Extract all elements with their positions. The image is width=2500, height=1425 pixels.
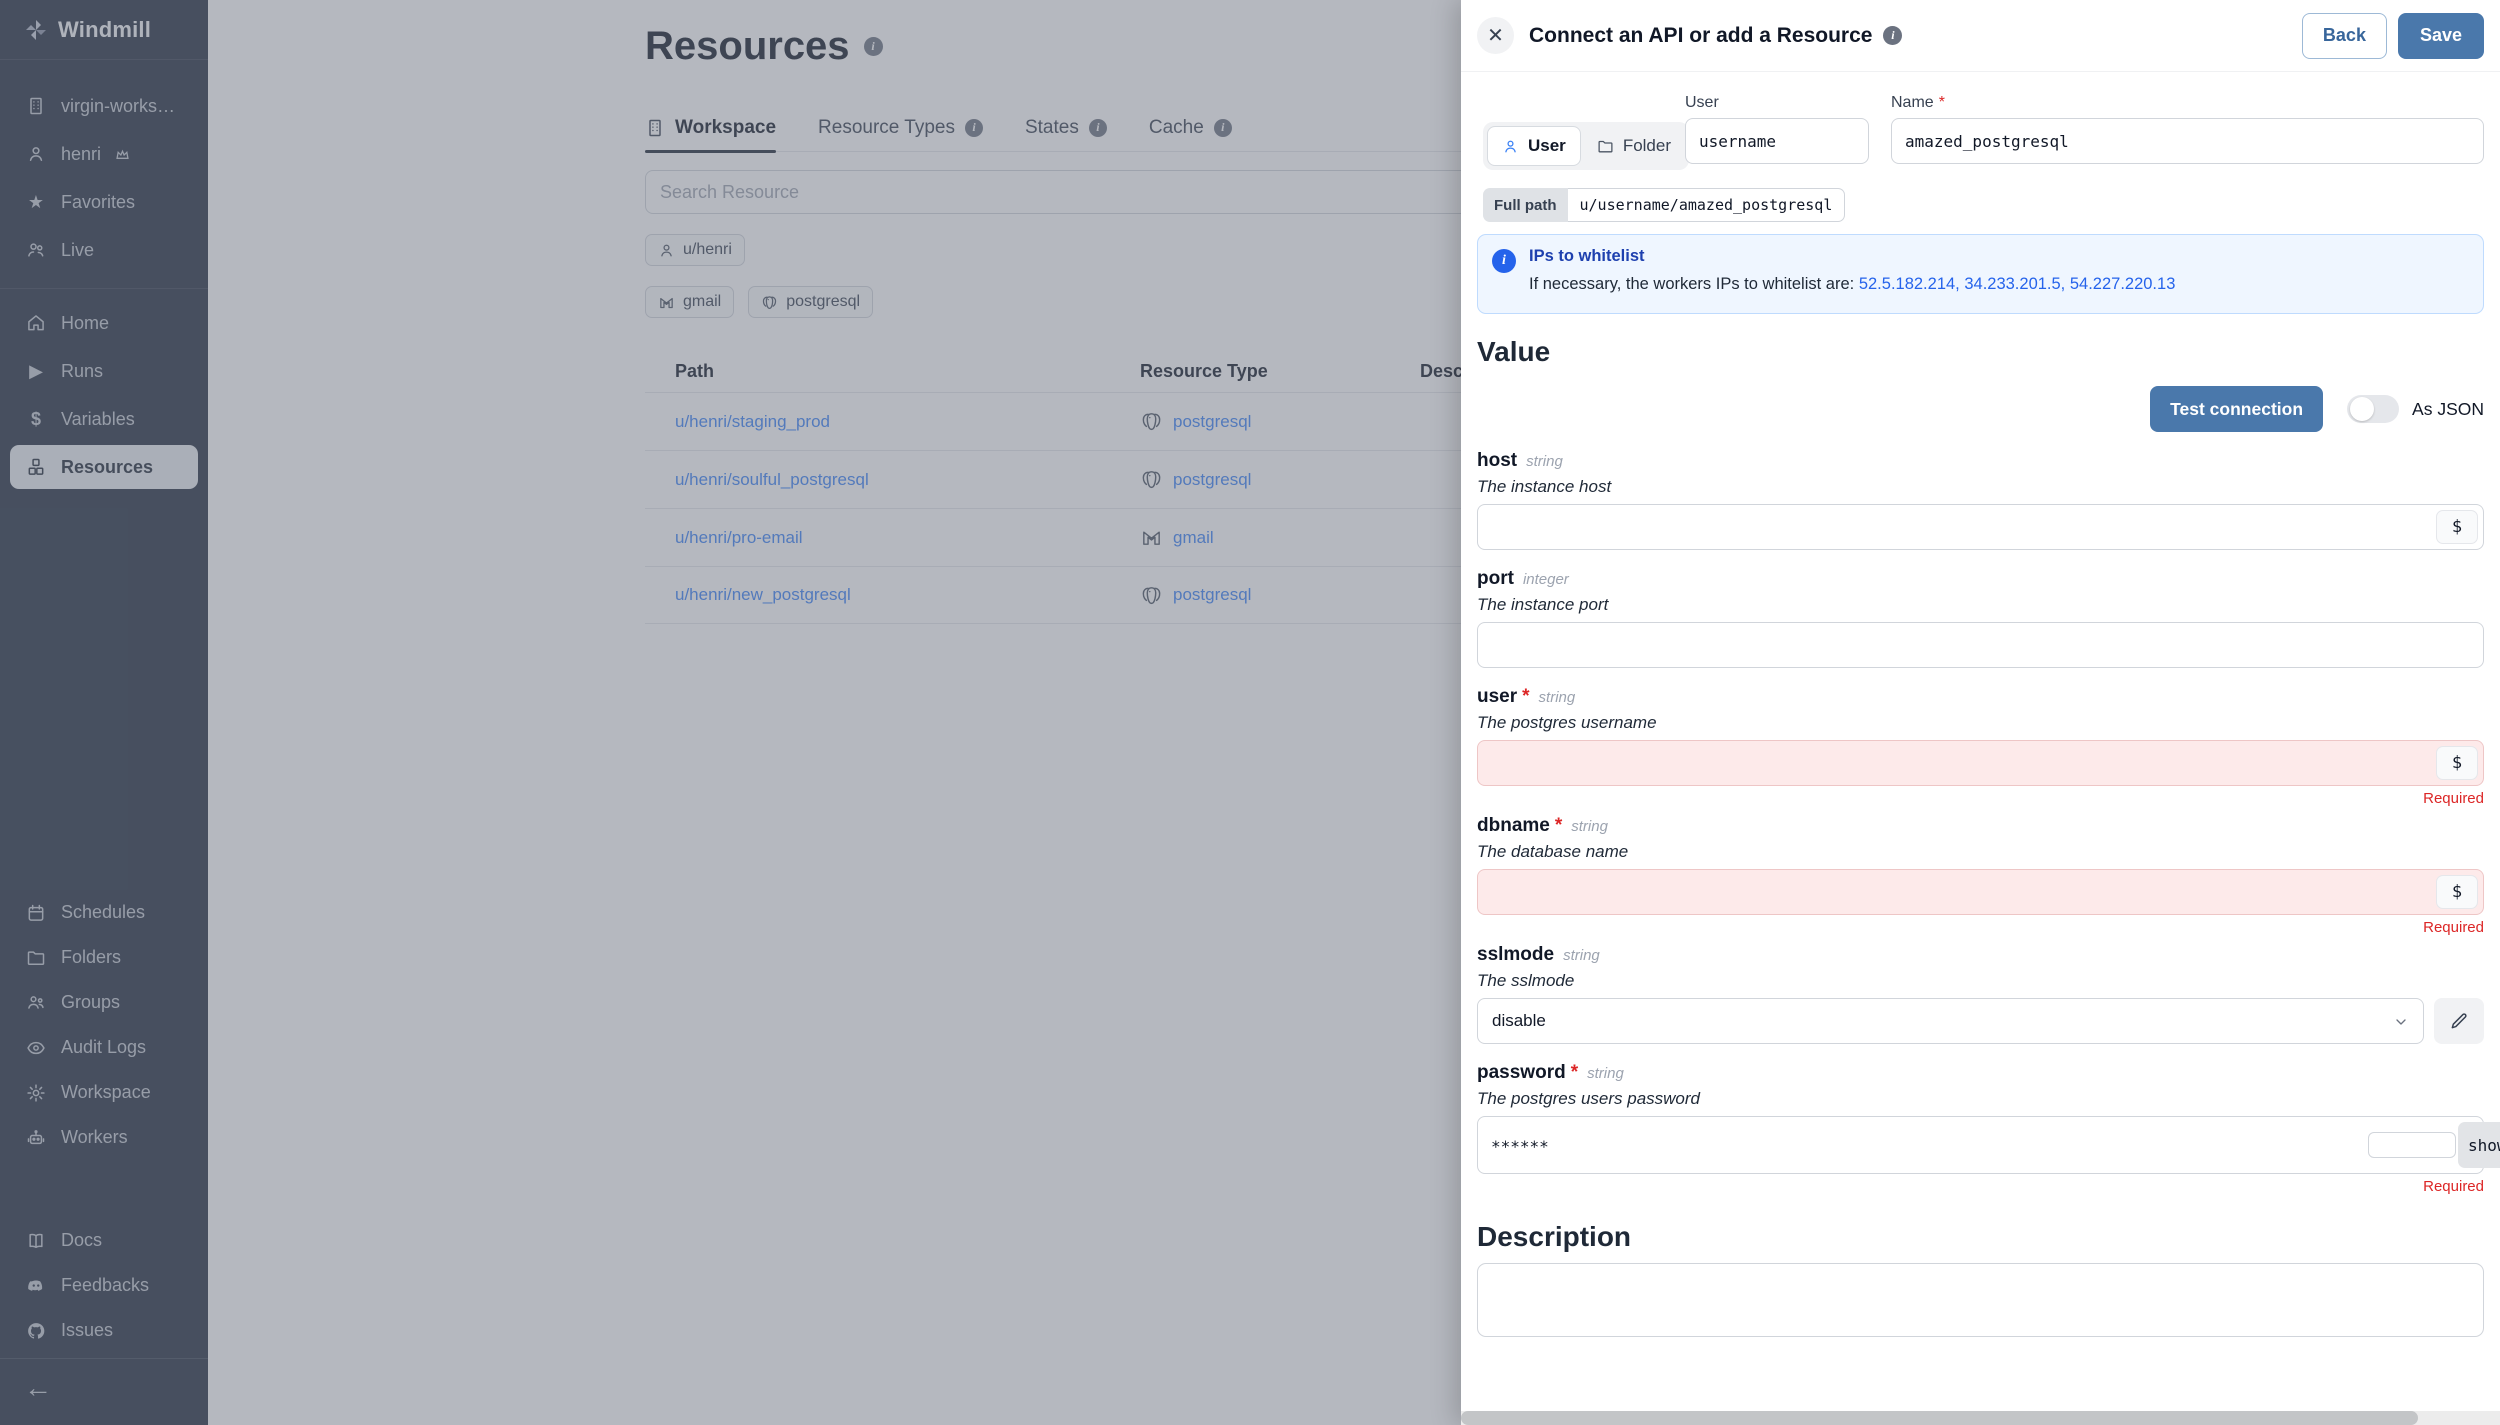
field-type: string: [1587, 1065, 1624, 1082]
app-root: Windmill virgin-worksp... henri: [0, 0, 2500, 1425]
field-help: The database name: [1477, 842, 1629, 861]
edit-sslmode-button[interactable]: [2434, 998, 2484, 1044]
drawer-overlay[interactable]: [0, 0, 1461, 1425]
ips-whitelist-infobox: i IPs to whitelist If necessary, the wor…: [1477, 234, 2484, 314]
password-input[interactable]: [1477, 1116, 2484, 1174]
user-icon: [1505, 140, 1516, 152]
resource-name-input[interactable]: amazed_postgresql: [1891, 118, 2484, 164]
field-password: password * string The postgres users pass…: [1477, 1062, 2500, 1195]
variable-picker-button[interactable]: $: [2436, 510, 2478, 544]
owner-username-input[interactable]: username: [1685, 118, 1869, 164]
folder-icon: [1598, 140, 1613, 152]
port-input[interactable]: [1477, 622, 2484, 668]
info-icon: i: [1492, 249, 1516, 273]
field-name: user *: [1477, 686, 1530, 707]
resource-drawer: ✕ Connect an API or add a Resource i Bac…: [1461, 0, 2500, 1425]
field-name: sslmode: [1477, 944, 1555, 965]
dbname-input[interactable]: [1477, 869, 2484, 915]
field-name: dbname *: [1477, 815, 1563, 836]
infobox-body: If necessary, the workers IPs to whiteli…: [1529, 275, 1855, 293]
drawer-body: User Folder User username Name * amazed_p…: [1461, 72, 2500, 1342]
name-field-label: Name *: [1891, 94, 1945, 112]
field-user: user * string The postgres username $ Req…: [1477, 686, 2484, 807]
field-type: string: [1538, 689, 1576, 706]
user-field-label: User: [1685, 94, 1719, 111]
field-sslmode: sslmode string The sslmode disable: [1477, 944, 2484, 1044]
horizontal-scrollbar: [1461, 1411, 2500, 1425]
selected-option: disable: [1492, 1011, 1546, 1030]
required-asterisk: *: [1554, 815, 1563, 836]
field-port: port integer The instance port: [1477, 568, 2484, 668]
description-section-heading: Description: [1477, 1221, 1632, 1252]
password-mask: ******: [1491, 1137, 1549, 1156]
field-type: string: [1571, 818, 1608, 835]
drawer-header: ✕ Connect an API or add a Resource i Bac…: [1461, 0, 2500, 72]
full-path-chip: Full path: [1483, 188, 1568, 222]
show-password-button[interactable]: show: [2458, 1122, 2500, 1168]
field-help: The instance host: [1477, 477, 1612, 496]
test-connection-row: Test connection As JSON: [1477, 386, 2484, 432]
field-type: string: [1563, 947, 1600, 964]
segment-label: Folder: [1622, 136, 1671, 155]
field-help: The postgres users password: [1477, 1089, 1700, 1108]
field-type: integer: [1522, 571, 1569, 588]
sslmode-select[interactable]: disable: [1477, 998, 2424, 1044]
field-name: password *: [1477, 1062, 1579, 1083]
test-connection-button[interactable]: Test connection: [2150, 386, 2324, 432]
scrollbar-thumb[interactable]: [1461, 1411, 2418, 1425]
field-name: host: [1477, 450, 1518, 471]
full-path-row: Full path u/username/amazed_postgresql: [1483, 188, 1846, 222]
field-help: The instance port: [1477, 595, 1609, 614]
whitelist-ips-links[interactable]: 52.5.182.214, 34.233.201.5, 54.227.220.1…: [1859, 275, 2176, 293]
field-dbname: dbname * string The database name $ Requi…: [1477, 815, 2484, 936]
owner-kind-toggle: User Folder: [1483, 122, 1689, 170]
value-section-heading: Value: [1477, 336, 1551, 367]
field-help: The sslmode: [1477, 971, 1575, 990]
field-name: port: [1477, 568, 1514, 589]
info-icon[interactable]: i: [1883, 26, 1903, 45]
drawer-title: Connect an API or add a Resource: [1529, 23, 1873, 47]
infobox-title: IPs to whitelist: [1529, 247, 1645, 265]
pencil-icon: [2451, 1013, 2467, 1029]
required-asterisk: *: [1938, 94, 1945, 111]
as-json-toggle[interactable]: [2347, 395, 2400, 423]
toggle-knob: [2350, 397, 2375, 421]
required-asterisk: *: [1570, 1062, 1579, 1083]
owner-kind-folder[interactable]: Folder: [1583, 126, 1685, 166]
close-icon[interactable]: ✕: [1477, 17, 1514, 54]
field-help: The postgres username: [1477, 713, 1657, 732]
save-button[interactable]: Save: [2397, 12, 2484, 59]
infobox-text: If necessary, the workers IPs to whiteli…: [1529, 275, 2175, 294]
as-json-label: As JSON: [2412, 398, 2484, 419]
required-note: Required: [2423, 919, 2484, 936]
back-button[interactable]: Back: [2301, 12, 2387, 59]
field-type: string: [1526, 453, 1563, 470]
variable-picker-button[interactable]: $: [2436, 746, 2478, 780]
owner-kind-user[interactable]: User: [1487, 126, 1581, 166]
required-asterisk: *: [1522, 686, 1530, 707]
required-note: Required: [2423, 790, 2484, 807]
label-text: Name: [1891, 94, 1934, 111]
password-inner-box[interactable]: [2368, 1132, 2456, 1158]
segment-label: User: [1528, 136, 1566, 155]
user-input[interactable]: [1477, 740, 2484, 786]
chevron-down-icon: [2396, 1019, 2406, 1025]
required-note: Required: [2423, 1178, 2484, 1195]
full-path-value: u/username/amazed_postgresql: [1567, 188, 1846, 222]
variable-picker-button[interactable]: $: [2436, 875, 2478, 909]
description-textarea[interactable]: [1477, 1263, 2484, 1337]
field-host: host string The instance host $: [1477, 450, 2484, 550]
host-input[interactable]: [1477, 504, 2484, 550]
